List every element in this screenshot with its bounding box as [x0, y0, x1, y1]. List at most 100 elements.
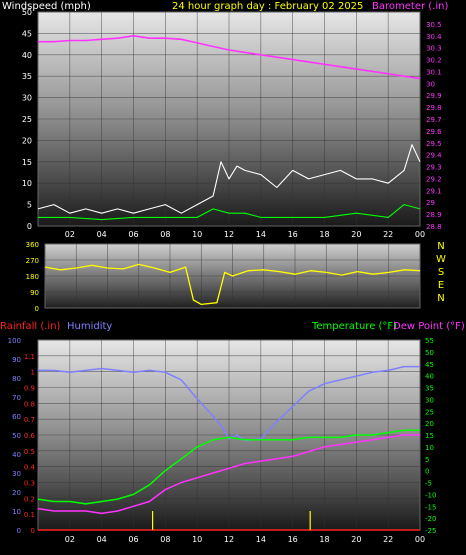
humidity-y-tick: 20: [12, 489, 21, 497]
lower-x-tick: 16: [288, 535, 298, 544]
wind-y-tick: 45: [22, 29, 32, 38]
wind-y-tick: 25: [22, 115, 32, 124]
direction-compass-label: S: [438, 267, 444, 278]
barometer-y-tick: 30.5: [426, 21, 442, 29]
temperature-y-tick: -25: [425, 527, 436, 535]
temperature-y-tick: -10: [425, 491, 436, 499]
wind-y-tick: 10: [22, 179, 32, 188]
temperature-y-tick: -20: [425, 515, 436, 523]
wind-x-tick: 18: [319, 230, 329, 239]
barometer-y-tick: 29.2: [426, 175, 442, 183]
temperature-y-tick: 30: [425, 396, 434, 404]
wind-x-tick: 20: [351, 230, 361, 239]
wind-y-tick: 0: [27, 222, 32, 231]
temperature-y-tick: 55: [425, 337, 434, 345]
wind-x-tick: 14: [256, 230, 266, 239]
temperature-label: Temperature (°F): [311, 321, 397, 332]
humidity-y-tick: 50: [12, 432, 21, 440]
temperature-y-tick: 10: [425, 444, 434, 452]
rainfall-y-tick: 0.3: [24, 480, 35, 488]
rainfall-y-tick: 0.9: [24, 385, 35, 393]
humidity-y-tick: 40: [12, 451, 21, 459]
lower-x-tick: 20: [351, 535, 361, 544]
temperature-y-tick: 45: [425, 361, 434, 369]
humidity-y-tick: 100: [8, 337, 21, 345]
rainfall-y-tick: 1: [31, 369, 35, 377]
dewpoint-label: Dew Point (°F): [393, 321, 465, 332]
wind-x-tick: 00: [415, 230, 425, 239]
wind-x-tick: 16: [288, 230, 298, 239]
barometer-y-tick: 28.8: [426, 223, 442, 231]
rainfall-label: Rainfall (.in): [0, 321, 61, 332]
direction-compass-label: N: [437, 241, 444, 252]
rainfall-y-tick: 0.2: [24, 495, 35, 503]
direction-compass-label: E: [438, 280, 444, 291]
rainfall-y-tick: 0: [31, 527, 35, 535]
rainfall-y-tick: 1.1: [24, 353, 35, 361]
wind-x-tick: 08: [160, 230, 170, 239]
temperature-y-tick: -15: [425, 503, 436, 511]
temperature-y-tick: 15: [425, 432, 434, 440]
wind-y-tick: 35: [22, 72, 32, 81]
wind-y-tick: 5: [27, 201, 32, 210]
direction-y-tick: 90: [30, 289, 39, 297]
lower-x-tick: 10: [192, 535, 202, 544]
rainfall-y-tick: 0.4: [24, 464, 36, 472]
barometer-y-tick: 29.9: [426, 92, 442, 100]
humidity-y-tick: 80: [12, 375, 21, 383]
temperature-y-tick: 25: [425, 408, 434, 416]
barometer-y-tick: 30.4: [426, 33, 442, 41]
barometer-y-tick: 28.9: [426, 211, 442, 219]
humidity-y-tick: 10: [12, 508, 21, 516]
barometer-y-tick: 29.8: [426, 104, 442, 112]
wind-x-tick: 12: [224, 230, 234, 239]
barometer-y-tick: 29.7: [426, 116, 442, 124]
lower-x-tick: 12: [224, 535, 234, 544]
temperature-y-tick: 0: [425, 468, 429, 476]
humidity-y-tick: 0: [17, 527, 21, 535]
barometer-y-tick: 29: [426, 199, 435, 207]
rainfall-y-tick: 0.6: [24, 432, 36, 440]
barometer-y-tick: 30: [426, 80, 435, 88]
direction-compass-label: W: [436, 254, 446, 265]
direction-y-tick: 180: [26, 273, 39, 281]
humidity-y-tick: 60: [12, 413, 21, 421]
barometer-y-tick: 29.1: [426, 187, 442, 195]
lower-x-tick: 14: [256, 535, 266, 544]
temperature-y-tick: 50: [425, 349, 434, 357]
direction-compass-label: N: [437, 293, 444, 304]
wind-x-tick: 06: [128, 230, 138, 239]
rainfall-y-tick: 0.7: [24, 416, 35, 424]
lower-x-tick: 06: [128, 535, 138, 544]
lower-x-tick: 04: [97, 535, 107, 544]
direction-y-tick: 0: [35, 305, 39, 313]
temperature-y-tick: 35: [425, 385, 434, 393]
humidity-y-tick: 30: [12, 470, 21, 478]
humidity-label: Humidity: [67, 321, 112, 332]
barometer-y-tick: 29.5: [426, 140, 442, 148]
wind-y-tick: 40: [22, 51, 32, 60]
chart-title: 24 hour graph day : February 02 2025: [172, 1, 363, 12]
windspeed-label: Windspeed (mph): [2, 1, 91, 12]
weather-graph: Windspeed (mph) 24 hour graph day : Febr…: [0, 1, 465, 544]
direction-y-tick: 270: [26, 257, 39, 265]
lower-x-tick: 08: [160, 535, 170, 544]
lower-x-tick: 00: [415, 535, 425, 544]
wind-x-tick: 02: [65, 230, 75, 239]
rainfall-y-tick: 0.8: [24, 400, 35, 408]
humidity-y-tick: 90: [12, 356, 21, 364]
rainfall-y-tick: 0.5: [24, 448, 35, 456]
barometer-y-tick: 30.1: [426, 68, 442, 76]
wind-y-tick: 30: [22, 94, 32, 103]
temperature-y-tick: 20: [425, 420, 434, 428]
humidity-y-tick: 70: [12, 394, 21, 402]
temperature-y-tick: 40: [425, 373, 434, 381]
barometer-label: Barometer (.in): [372, 1, 448, 12]
temperature-y-tick: -5: [425, 480, 432, 488]
temperature-y-tick: 5: [425, 456, 429, 464]
barometer-y-tick: 29.4: [426, 152, 442, 160]
lower-x-tick: 02: [65, 535, 75, 544]
wind-x-tick: 10: [192, 230, 202, 239]
rainfall-y-tick: 0.1: [24, 511, 35, 519]
wind-y-tick: 20: [22, 136, 32, 145]
